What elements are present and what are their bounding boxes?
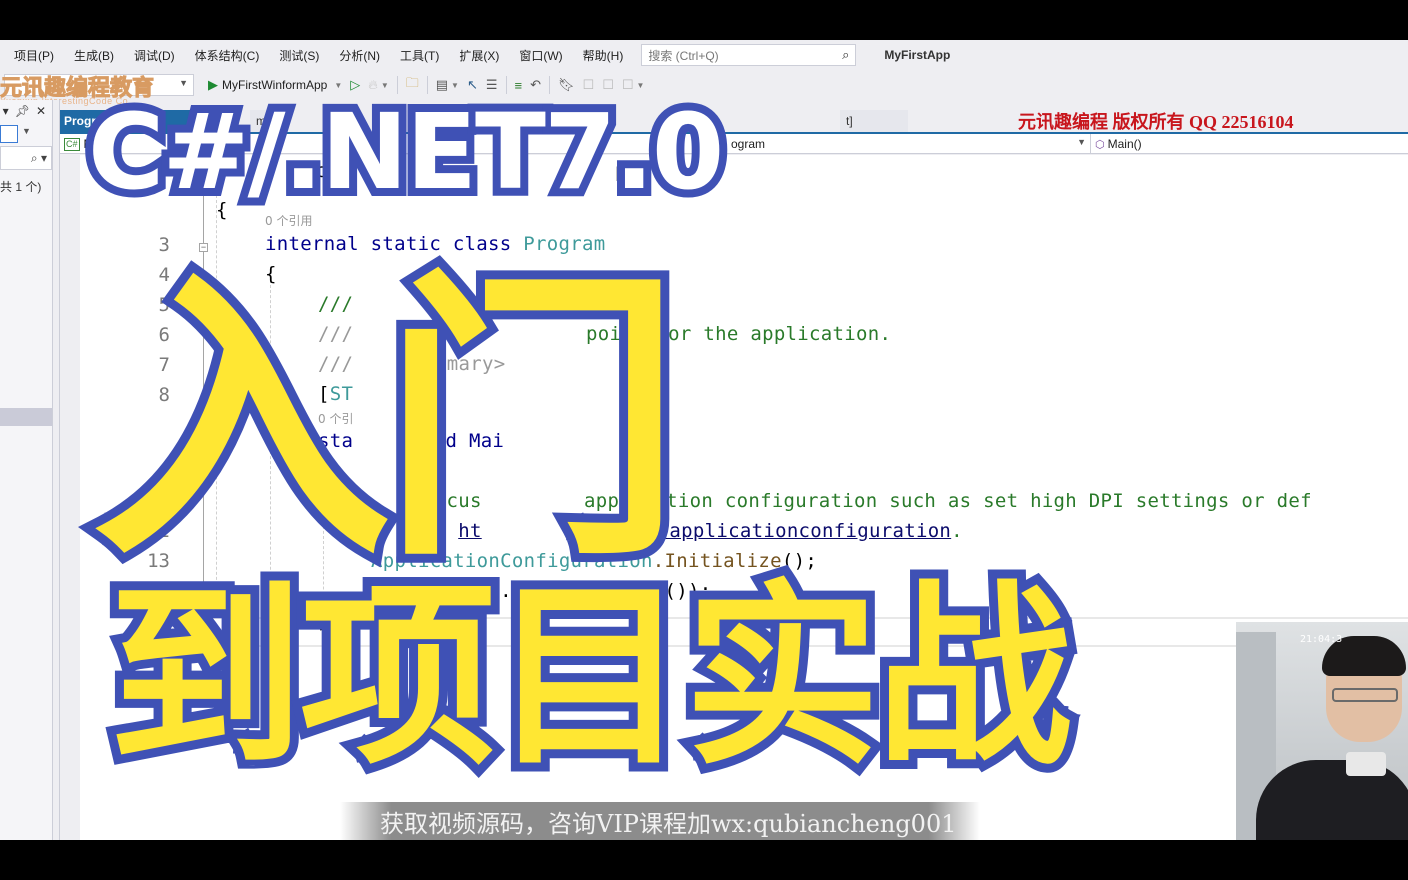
panel-search-input[interactable]: ⌕ ▾: [0, 146, 52, 170]
chevron-down-icon: ▼: [451, 80, 459, 90]
menu-window[interactable]: 窗口(W): [509, 47, 572, 64]
panel-toolbar: ▼: [0, 122, 52, 146]
webcam-video: 21:04:3: [1236, 622, 1408, 840]
close-icon[interactable]: ✕: [36, 104, 46, 118]
method-icon: ⬡: [1095, 138, 1105, 151]
overlay-title-beginner: 入门: [83, 247, 691, 596]
menu-test[interactable]: 测试(S): [269, 47, 329, 64]
presenter-glasses: [1332, 688, 1398, 702]
overlay-title-dotnet: C#/.NET7.0: [80, 91, 732, 213]
menu-tools[interactable]: 工具(T): [390, 47, 449, 64]
pin-icon[interactable]: 📌︎: [15, 104, 30, 118]
panel-menu-icon[interactable]: ▾: [3, 104, 9, 118]
type-name: ogram: [731, 137, 766, 151]
menu-bar: 项目(P) 生成(B) 调试(D) 体系结构(C) 测试(S) 分析(N) 工具…: [0, 40, 1408, 70]
overlay-title-project: 到项目实战: [99, 564, 1081, 792]
chevron-down-icon: ▼: [380, 80, 389, 90]
panel-splitter[interactable]: [53, 100, 60, 840]
chevron-down-icon: ▼: [22, 126, 31, 136]
letterbox-top: [0, 0, 1408, 40]
run-target-label: MyFirstWinformApp: [222, 78, 328, 92]
chevron-down-icon: ▼: [1077, 137, 1086, 147]
member-dropdown[interactable]: ⬡ Main(): [1090, 134, 1408, 154]
app-title: MyFirstApp: [884, 48, 951, 62]
search-icon: ⌕: [842, 47, 850, 62]
csharp-file-icon: C#: [64, 137, 80, 151]
code-line-11-text: application configuration such as set hi…: [584, 490, 1312, 512]
menu-extensions[interactable]: 扩展(X): [449, 47, 509, 64]
menu-architecture[interactable]: 体系结构(C): [185, 47, 270, 64]
menu-help[interactable]: 帮助(H): [573, 47, 634, 64]
chevron-down-icon: ▼: [334, 80, 343, 90]
chevron-down-icon: ▼: [179, 78, 188, 88]
menu-debug[interactable]: 调试(D): [124, 47, 185, 64]
presenter-collar: [1346, 752, 1386, 776]
subtitle-text: 获取视频源码，咨询VIP课程加wx:qubiancheng001: [380, 810, 957, 838]
search-icon: ⌕ ▾: [30, 150, 47, 165]
search-input[interactable]: 搜索 (Ctrl+Q) ⌕: [641, 44, 857, 66]
copyright-watermark: 元讯趣编程 版权所有 QQ 22516104: [1018, 112, 1294, 132]
letterbox-bottom: [0, 840, 1408, 880]
selected-tree-item[interactable]: [0, 408, 52, 426]
member-name: Main(): [1107, 137, 1142, 151]
menu-build[interactable]: 生成(B): [64, 47, 124, 64]
solution-explorer-panel: ▾ 📌︎ ✕ ▼ ⌕ ▾ 共 1 个): [0, 100, 53, 840]
webcam-timestamp: 21:04:3: [1300, 634, 1343, 645]
panel-combo[interactable]: [0, 125, 18, 143]
visual-studio-window: 项目(P) 生成(B) 调试(D) 体系结构(C) 测试(S) 分析(N) 工具…: [0, 40, 1408, 840]
chevron-down-icon: ▼: [636, 80, 645, 90]
search-placeholder: 搜索 (Ctrl+Q): [648, 48, 719, 63]
tab-other[interactable]: t]: [840, 110, 908, 132]
menu-analyze[interactable]: 分析(N): [329, 47, 390, 64]
result-count: 共 1 个): [0, 180, 42, 194]
codelens-references[interactable]: 0 个引用: [265, 212, 312, 229]
panel-header: ▾ 📌︎ ✕: [0, 100, 52, 122]
menu-project[interactable]: 项目(P): [0, 47, 64, 64]
